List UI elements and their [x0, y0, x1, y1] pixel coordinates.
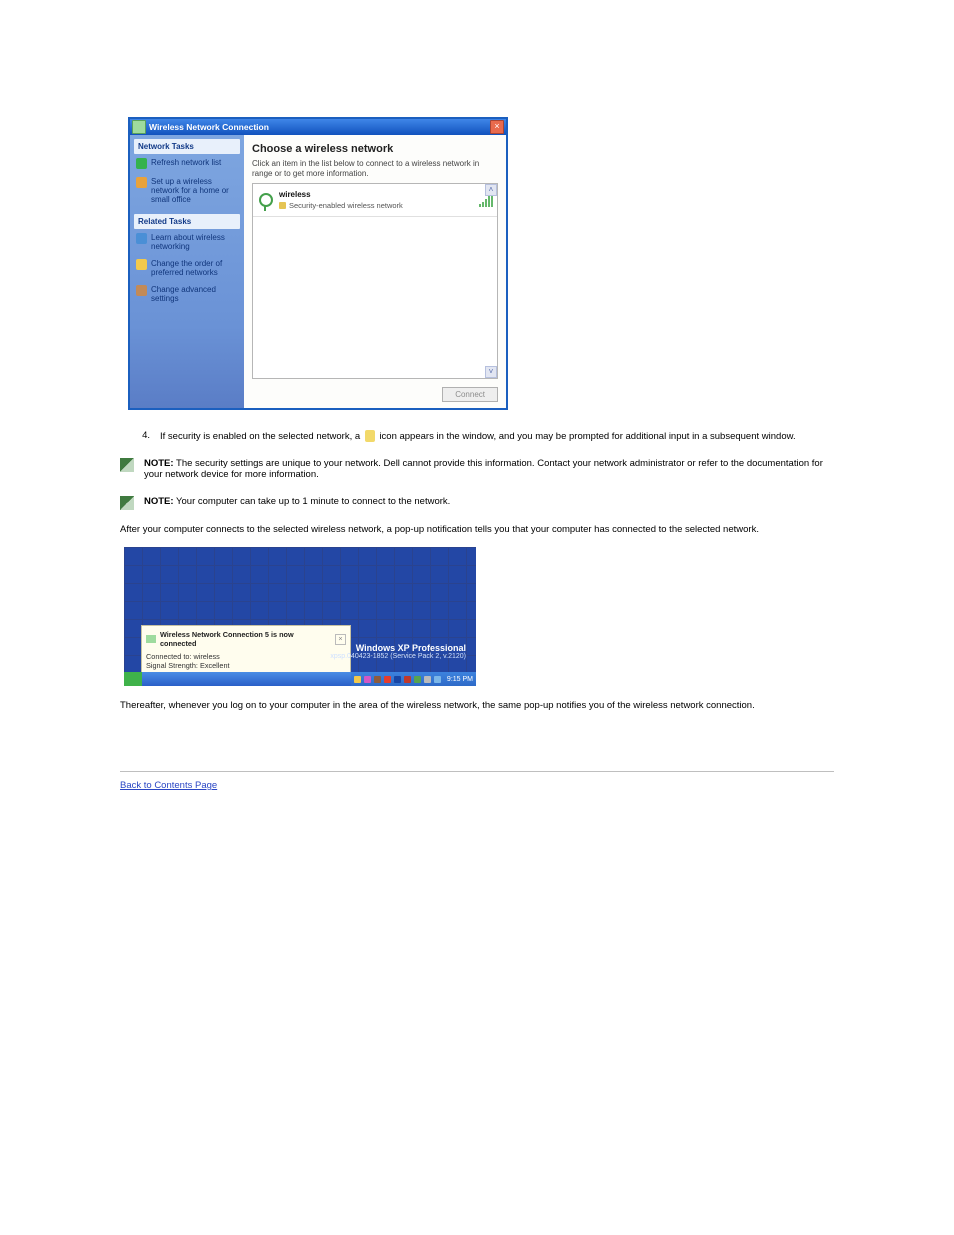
paragraph: Thereafter, whenever you log on to your … [120, 700, 834, 711]
scroll-up-icon[interactable]: ˄ [485, 184, 497, 196]
sidebar-item-learn[interactable]: Learn about wireless networking [134, 229, 240, 255]
tray-icon[interactable] [404, 676, 411, 683]
sidebar-item-label: Refresh network list [151, 158, 221, 169]
network-item[interactable]: wireless Security-enabled wireless netwo… [253, 184, 497, 217]
tray-icon[interactable] [414, 676, 421, 683]
sidebar-item-label: Set up a wireless network for a home or … [151, 177, 238, 204]
network-desc: Security-enabled wireless network [289, 201, 403, 210]
step-text-part1: If security is enabled on the selected n… [160, 431, 360, 442]
sidebar-item-label: Change advanced settings [151, 285, 238, 303]
wireless-app-icon [132, 120, 146, 134]
balloon-title: Wireless Network Connection 5 is now con… [160, 630, 331, 648]
sidebar-item-label: Learn about wireless networking [151, 233, 238, 251]
balloon-line2: Signal Strength: Excellent [146, 661, 346, 670]
sidebar-item-label: Change the order of preferred networks [151, 259, 238, 277]
balloon-line1: Connected to: wireless [146, 652, 346, 661]
system-tray[interactable]: 9:15 PM [351, 672, 476, 686]
window-titlebar[interactable]: Wireless Network Connection × [130, 119, 506, 135]
sidebar-item-refresh[interactable]: Refresh network list [134, 154, 240, 173]
network-list[interactable]: ˄ wireless Security-enabled wireless net… [252, 183, 498, 379]
main-heading: Choose a wireless network [244, 135, 506, 159]
main-subtext: Click an item in the list below to conne… [244, 159, 506, 183]
note-2: NOTE: Your computer can take up to 1 min… [120, 496, 834, 510]
lock-inline-icon [365, 430, 375, 442]
lock-icon [279, 202, 286, 209]
gear-icon [136, 285, 147, 296]
os-branding: Windows XP Professional xpsp.040423-1852… [330, 643, 466, 660]
refresh-icon [136, 158, 147, 169]
tray-icon[interactable] [394, 676, 401, 683]
note-icon [120, 496, 134, 510]
network-connected-icon [146, 635, 156, 643]
note-1: NOTE: The security settings are unique t… [120, 458, 834, 480]
note-text: The security settings are unique to your… [144, 458, 823, 480]
note-icon [120, 458, 134, 472]
star-icon [136, 259, 147, 270]
note-label: NOTE: [144, 458, 174, 469]
connect-button[interactable]: Connect [442, 387, 498, 402]
note-label: NOTE: [144, 496, 174, 507]
sidebar-item-setup-network[interactable]: Set up a wireless network for a home or … [134, 173, 240, 208]
section-divider [120, 771, 834, 772]
network-name: wireless [279, 190, 479, 199]
step-number: 4. [120, 430, 150, 442]
step-text-part2: icon appears in the window, and you may … [379, 431, 795, 442]
tray-icon[interactable] [374, 676, 381, 683]
desktop-screenshot: Wireless Network Connection 5 is now con… [124, 547, 476, 686]
os-build: xpsp.040423-1852 (Service Pack 2, v.2120… [330, 653, 466, 660]
window-title: Wireless Network Connection [149, 122, 490, 132]
close-icon[interactable]: × [490, 120, 504, 134]
note-text: Your computer can take up to 1 minute to… [176, 496, 450, 507]
paragraph: After your computer connects to the sele… [120, 524, 834, 535]
setup-network-icon [136, 177, 147, 188]
taskbar-clock: 9:15 PM [447, 676, 473, 683]
wireless-network-window: Wireless Network Connection × Network Ta… [128, 117, 508, 410]
back-to-contents-link[interactable]: Back to Contents Page [120, 780, 217, 791]
network-tasks-header: Network Tasks [134, 139, 240, 154]
main-panel: Choose a wireless network Click an item … [244, 135, 506, 408]
start-button[interactable] [124, 672, 142, 686]
step-4: 4. If security is enabled on the selecte… [120, 430, 834, 442]
sidebar-item-change-order[interactable]: Change the order of preferred networks [134, 255, 240, 281]
sidebar-item-advanced-settings[interactable]: Change advanced settings [134, 281, 240, 307]
balloon-tip: Wireless Network Connection 5 is now con… [141, 625, 351, 675]
os-name: Windows XP Professional [330, 643, 466, 653]
info-icon [136, 233, 147, 244]
tray-icon[interactable] [364, 676, 371, 683]
tray-icon[interactable] [434, 676, 441, 683]
tray-icon[interactable] [354, 676, 361, 683]
tray-icon[interactable] [424, 676, 431, 683]
taskbar[interactable]: 9:15 PM [124, 672, 476, 686]
related-tasks-header: Related Tasks [134, 214, 240, 229]
tray-icon[interactable] [384, 676, 391, 683]
side-panel: Network Tasks Refresh network list Set u… [130, 135, 244, 408]
antenna-icon [257, 191, 275, 209]
scroll-down-icon[interactable]: ˅ [485, 366, 497, 378]
